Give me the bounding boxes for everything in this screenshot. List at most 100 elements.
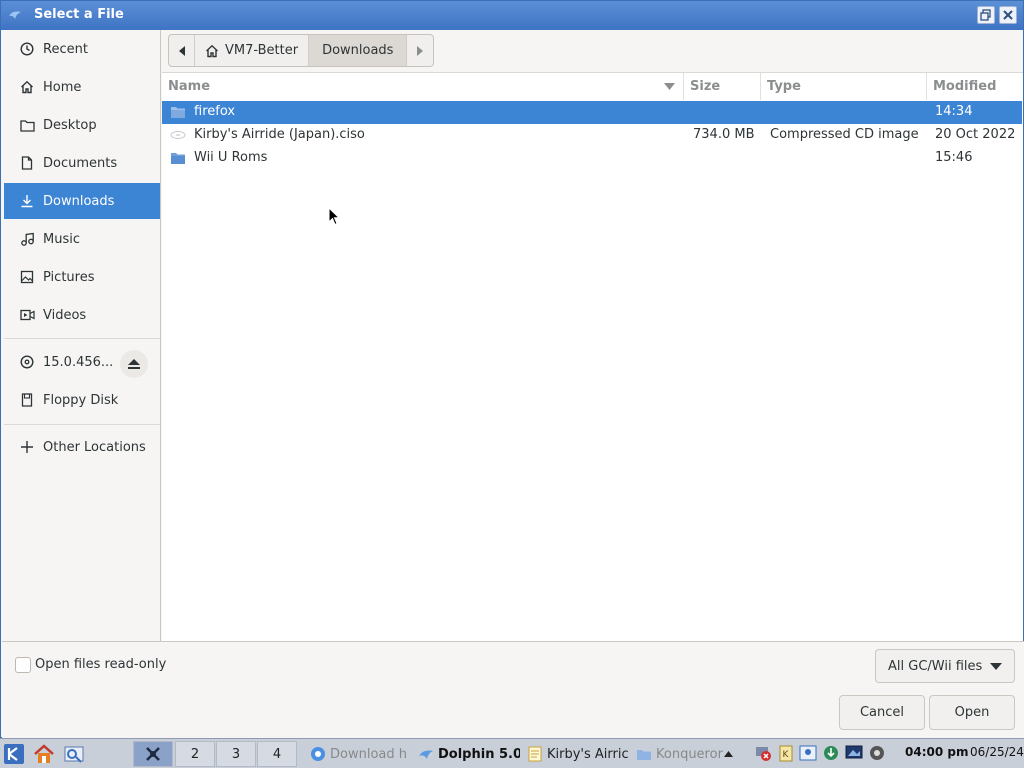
- task-label: Kirby's Airric: [547, 746, 629, 762]
- desktop-2-button[interactable]: 2: [175, 741, 215, 767]
- column-header-label: Size: [690, 79, 721, 94]
- file-list[interactable]: Name Size Type Modified firefox 14:34 Ki…: [162, 72, 1023, 641]
- network-disconnected-icon[interactable]: [754, 744, 772, 762]
- chevron-right-icon: [417, 45, 424, 56]
- home-icon: [206, 44, 218, 57]
- path-scroll-left-button[interactable]: [169, 35, 195, 66]
- sidebar-item-documents[interactable]: Documents: [4, 145, 160, 181]
- desktop-4-button[interactable]: 4: [257, 741, 297, 767]
- readonly-checkbox[interactable]: [15, 657, 31, 673]
- video-icon: [19, 307, 35, 323]
- file-size: 734.0 MB: [693, 127, 755, 142]
- column-header-label: Name: [168, 79, 211, 94]
- sidebar-separator: [4, 338, 160, 339]
- sidebar-separator: [4, 424, 160, 425]
- clock-date[interactable]: 06/25/24: [970, 745, 1024, 759]
- column-header-size[interactable]: Size: [684, 73, 761, 100]
- plus-icon: [19, 439, 35, 455]
- file-name: firefox: [194, 104, 236, 119]
- desktop-1-button[interactable]: [133, 741, 173, 767]
- table-row[interactable]: Kirby's Airride (Japan).ciso 734.0 MB Co…: [162, 124, 1022, 147]
- sidebar-item-music[interactable]: Music: [4, 221, 160, 257]
- task-kirby-window[interactable]: Kirby's Airric: [523, 741, 629, 767]
- open-button-label: Open: [954, 705, 990, 720]
- sidebar-item-pictures[interactable]: Pictures: [4, 259, 160, 295]
- path-button-label: VM7-Better: [225, 43, 299, 58]
- column-header-label: Modified: [933, 79, 997, 94]
- sidebar-item-label: Floppy Disk: [43, 392, 119, 408]
- window-title: Select a File: [34, 7, 124, 22]
- path-button-home[interactable]: VM7-Better: [195, 35, 310, 66]
- task-konqueror-window[interactable]: Konqueror: [632, 741, 724, 767]
- sidebar-item-home[interactable]: Home: [4, 69, 160, 105]
- home-icon: [19, 79, 35, 95]
- path-button-label: Downloads: [322, 43, 394, 58]
- sidebar-item-label: Recent: [43, 41, 88, 57]
- mouse-cursor-icon: [328, 207, 341, 226]
- start-menu-button[interactable]: [3, 741, 27, 767]
- sidebar-item-label: Pictures: [43, 269, 95, 285]
- titlebar[interactable]: Select a File: [1, 1, 1023, 30]
- display-icon[interactable]: [845, 744, 863, 762]
- desktop-3-button[interactable]: 3: [216, 741, 256, 767]
- home-icon: [34, 744, 54, 763]
- desktop-number: 3: [231, 746, 241, 762]
- user-switch-icon[interactable]: [799, 744, 817, 762]
- task-label: Download h: [330, 746, 407, 762]
- sidebar-item-label: Documents: [43, 155, 118, 171]
- task-download-window[interactable]: Download h: [306, 741, 410, 767]
- floppy-icon: [19, 392, 35, 408]
- sidebar-item-label: Desktop: [43, 117, 97, 133]
- klipper-icon[interactable]: K: [777, 744, 795, 762]
- cancel-button[interactable]: Cancel: [839, 695, 925, 730]
- table-row[interactable]: Wii U Roms 15:46: [162, 147, 1022, 170]
- kde-menu-icon: [4, 744, 24, 764]
- close-button[interactable]: [999, 6, 1017, 24]
- readonly-label[interactable]: Open files read-only: [35, 657, 166, 672]
- sidebar-item-other-locations[interactable]: Other Locations: [4, 429, 160, 465]
- desktop-number: 2: [190, 746, 200, 762]
- file-type: Compressed CD image: [770, 127, 919, 142]
- document-icon: [19, 155, 35, 171]
- sort-descending-icon: [664, 83, 675, 90]
- file-filter-label: All GC/Wii files: [888, 658, 983, 674]
- file-name: Kirby's Airride (Japan).ciso: [194, 127, 365, 142]
- file-modified: 14:34: [935, 104, 973, 119]
- chevron-left-icon: [178, 45, 185, 56]
- sidebar-item-floppy[interactable]: Floppy Disk: [4, 382, 160, 418]
- restore-icon: [980, 9, 991, 21]
- folder-icon: [19, 117, 35, 133]
- table-row[interactable]: firefox 14:34: [162, 101, 1022, 124]
- settings-launcher[interactable]: [63, 741, 87, 767]
- update-notifier-icon[interactable]: [822, 744, 840, 762]
- file-name: Wii U Roms: [194, 150, 268, 165]
- file-modified: 15:46: [935, 150, 973, 165]
- desktop-number: 4: [272, 746, 282, 762]
- column-header-type[interactable]: Type: [761, 73, 927, 100]
- folder-icon: [171, 153, 185, 164]
- eject-button[interactable]: [120, 350, 148, 378]
- file-filter-dropdown[interactable]: All GC/Wii files: [875, 649, 1015, 683]
- path-bar: VM7-Better Downloads: [168, 34, 435, 67]
- clock-icon: [19, 41, 35, 57]
- column-header-name[interactable]: Name: [162, 73, 684, 100]
- sidebar-item-downloads[interactable]: Downloads: [4, 183, 160, 219]
- open-button[interactable]: Open: [929, 695, 1015, 730]
- sidebar-item-desktop[interactable]: Desktop: [4, 107, 160, 143]
- clock-time[interactable]: 04:00 pm: [905, 745, 968, 759]
- task-dolphin-window[interactable]: Dolphin 5.0: [414, 741, 520, 767]
- path-button-downloads[interactable]: Downloads: [309, 35, 408, 66]
- column-header-modified[interactable]: Modified: [927, 73, 1022, 100]
- sidebar-item-videos[interactable]: Videos: [4, 297, 160, 333]
- restore-button[interactable]: [977, 6, 995, 24]
- sidebar-item-optical-disc[interactable]: 15.0.456...: [4, 344, 160, 380]
- volume-icon[interactable]: [868, 744, 886, 762]
- home-launcher[interactable]: [33, 741, 57, 767]
- task-overflow-button[interactable]: [724, 741, 736, 767]
- sidebar-item-label: 15.0.456...: [43, 354, 114, 370]
- sidebar-item-recent[interactable]: Recent: [4, 31, 160, 67]
- disc-image-icon: [170, 131, 186, 139]
- close-icon: [1003, 10, 1013, 20]
- sidebar-item-label: Home: [43, 79, 82, 95]
- path-scroll-right-button[interactable]: [407, 35, 433, 66]
